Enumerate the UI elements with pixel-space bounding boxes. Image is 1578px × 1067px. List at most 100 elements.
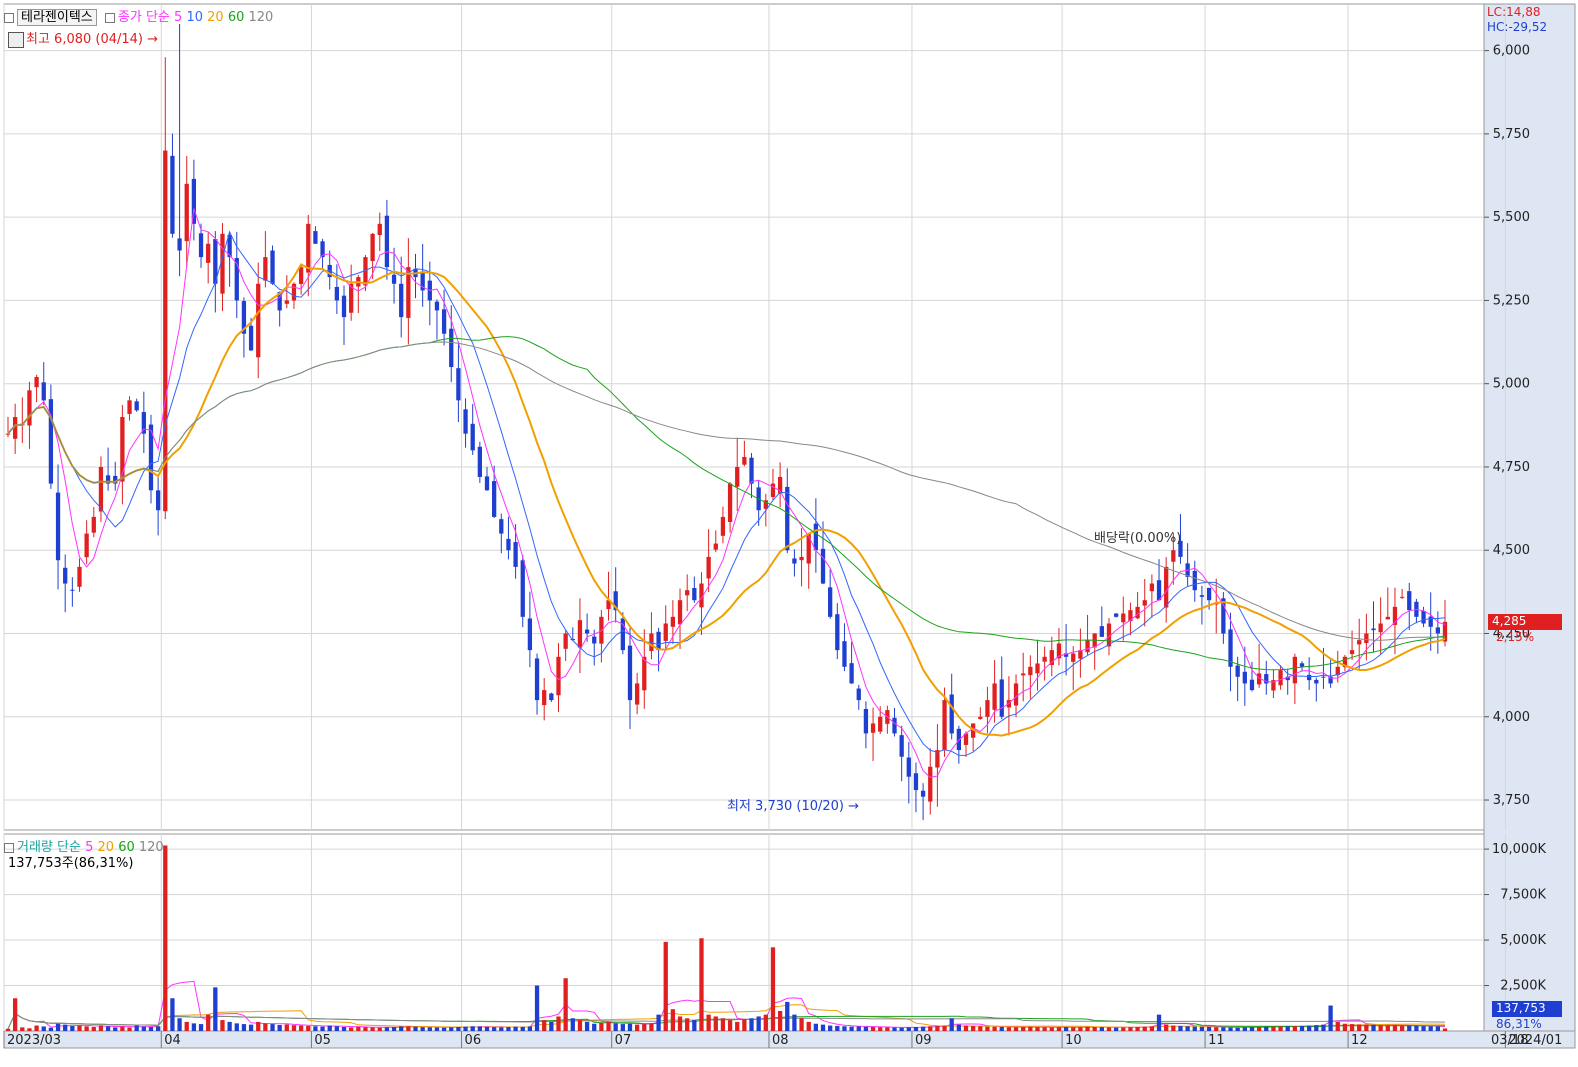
candle-body [878,716,883,732]
y-tick-label: 5,500 [1493,210,1530,225]
ma-label: 종가 단순 [117,10,170,25]
volume-bar [1371,1024,1376,1031]
volume-bar [1278,1026,1283,1031]
volume-bar [391,1026,397,1031]
candle-body [928,766,933,802]
candle-body [1435,627,1440,634]
volume-toggle-icon[interactable] [4,842,14,853]
candle-body [463,409,468,434]
volume-bar [1214,1027,1219,1031]
candle-body [549,693,554,701]
candle-body [291,283,297,301]
volume-bar [699,938,704,1031]
volume-bar [1392,1025,1398,1031]
volume-bar [971,1025,976,1031]
volume-tick-label: 5,000K [1500,933,1546,948]
volume-bar [427,1027,432,1031]
candle-body [98,466,104,512]
candle-body [634,683,640,705]
volume-bar [792,1014,797,1031]
volume-bar [534,985,540,1031]
candle-body [127,400,132,414]
candle-body [1349,650,1355,655]
volume-bar [1171,1025,1176,1031]
volume-bar [198,1024,204,1031]
volume-bar [1271,1026,1276,1031]
volume-bar [1013,1027,1019,1031]
candle-body [1307,674,1312,681]
ma-period-5: 5 [174,10,183,25]
volume-bar [885,1027,890,1031]
last-volume-badge: 137,753 [1492,1001,1562,1017]
volume-tick-label: 10,000K [1492,842,1546,857]
candle-body [1371,628,1376,631]
candle-body [1071,653,1076,662]
volume-bar [627,1023,633,1031]
volume-bar [727,1020,733,1031]
candle-body [1028,666,1033,676]
candle-body [1085,640,1090,653]
candle-body [627,645,633,701]
volume-bar [556,1016,561,1031]
volume-bar [499,1027,504,1031]
legend-toggle-icon[interactable] [4,12,14,23]
volume-bar [1228,1027,1233,1031]
candle-body [520,560,525,617]
candle-body [999,679,1004,717]
volume-bar [1335,1021,1340,1031]
volume-bar [949,1018,954,1031]
candle-body [770,483,776,498]
volume-bar [256,1021,261,1031]
x-tick-label: 11 [1208,1033,1225,1048]
volume-bar [1442,1028,1448,1031]
volume-bar [291,1025,297,1031]
candle-body [1042,656,1047,662]
volume-bar [1106,1027,1112,1031]
candle-body [820,548,826,584]
candle-body [920,790,926,797]
candle-body [692,587,697,601]
volume-bar [820,1024,826,1031]
candle-body [1135,606,1140,619]
candle-body [177,238,182,251]
volume-tick-label: 7,500K [1500,888,1546,903]
grid-icon[interactable] [8,31,24,48]
volume-bar [520,1026,525,1031]
candle-body [713,543,718,550]
current-volume: 137,753주(86,31%) [8,856,134,871]
volume-bar [928,1026,933,1031]
candle-body [306,223,311,273]
volume-bar [13,998,18,1031]
lc-readout: LC:14,88 [1487,5,1541,19]
volume-bar [1307,1025,1312,1031]
candle-body [55,492,61,561]
volume-bar [1328,1005,1333,1031]
volume-bar [298,1025,304,1031]
volume-bar [549,1021,554,1031]
volume-bar [1256,1026,1262,1031]
high-annotation: 최고 6,080 (04/14) → [8,28,158,48]
y-tick-label: 3,750 [1493,793,1530,808]
candle-body [334,286,340,301]
volume-bar [663,941,668,1031]
volume-bar [248,1024,254,1031]
volume-bar [1028,1026,1033,1031]
volume-bar [1428,1026,1433,1031]
volume-bar [670,1009,676,1031]
volume-bar [413,1026,418,1031]
ma-toggle-icon[interactable] [104,12,115,23]
x-tick-label: 06 [465,1033,482,1048]
stock-name[interactable]: 테라젠이텍스 [17,9,97,26]
candle-body [513,542,518,567]
volume-bar [813,1023,819,1031]
volume-bar [1357,1024,1362,1031]
candle-body [978,716,983,719]
volume-bar [1242,1027,1247,1031]
volume-bar [284,1024,289,1031]
stock-chart[interactable]: 2023/030405060708091011122024/01020303/1… [0,0,1578,1067]
candle-body [828,587,833,617]
volume-bar [913,1026,919,1031]
volume-bar [1092,1026,1097,1031]
candle-body [992,683,997,710]
volume-bar [1399,1025,1405,1031]
